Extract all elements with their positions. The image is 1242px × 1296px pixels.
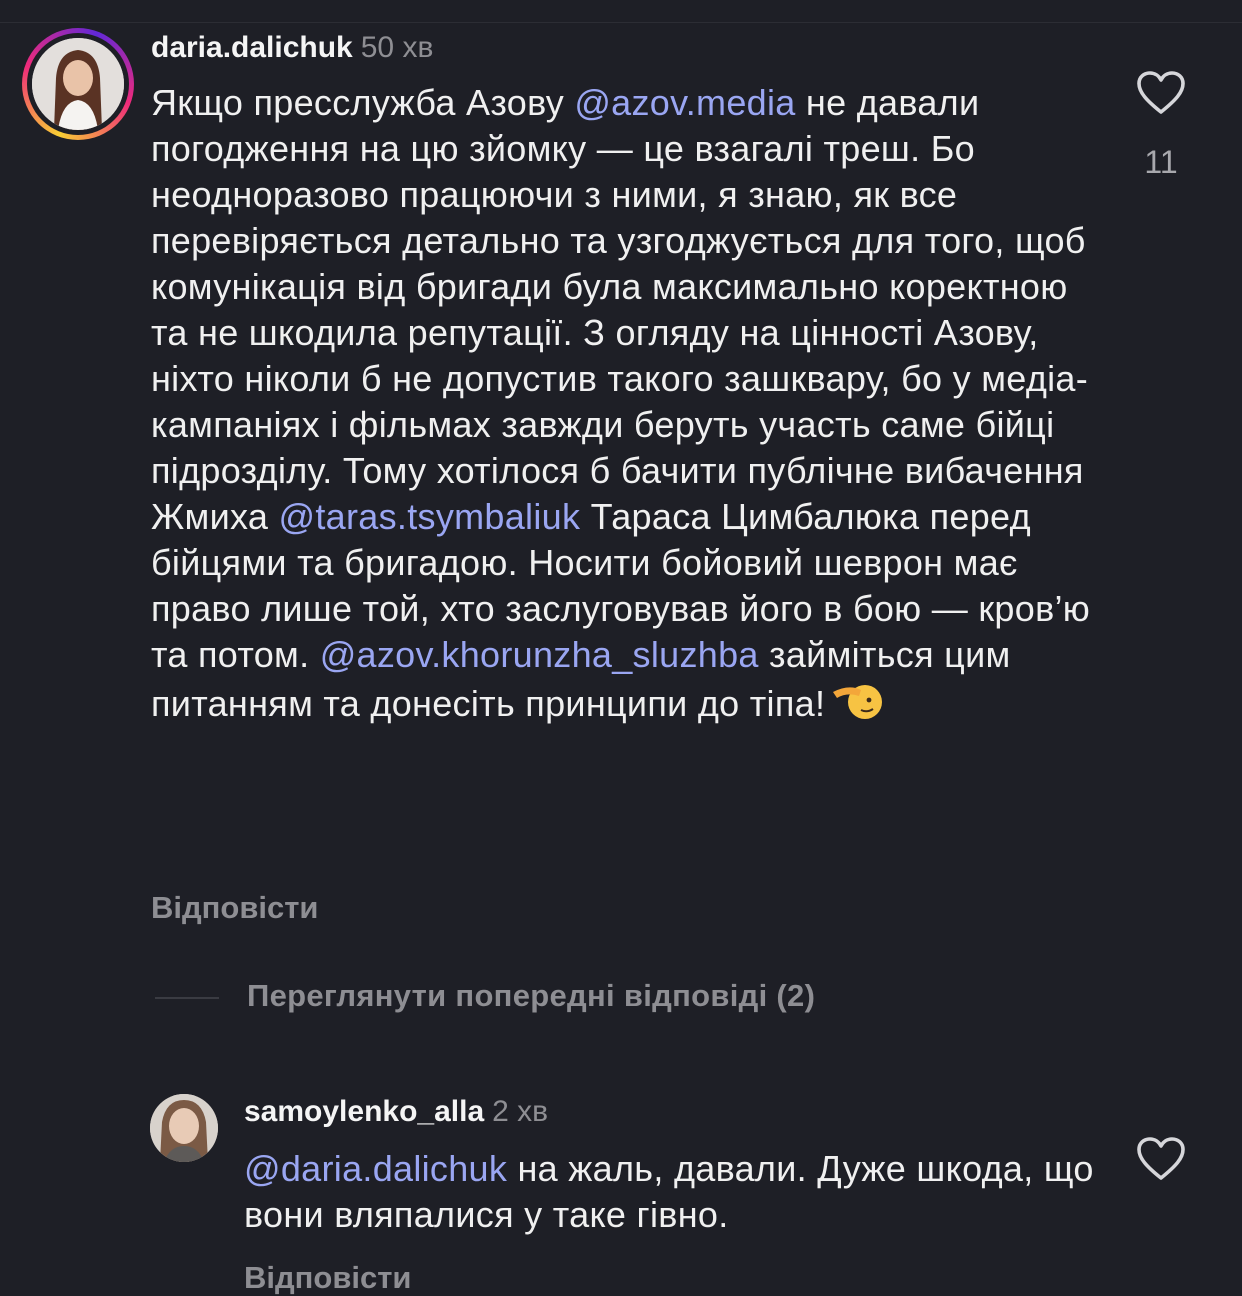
username[interactable]: samoylenko_alla bbox=[244, 1095, 484, 1128]
mention-link[interactable]: @daria.dalichuk bbox=[244, 1148, 507, 1189]
view-previous-replies[interactable]: Переглянути попередні відповіді (2) bbox=[155, 978, 1055, 1018]
mention-link[interactable]: @azov.khorunzha_sluzhba bbox=[320, 634, 759, 675]
avatar-photo bbox=[32, 38, 124, 130]
avatar-photo bbox=[150, 1094, 218, 1162]
text-part: не давали погодження на цю зйомку — це в… bbox=[151, 82, 1089, 537]
like-count[interactable]: 11 bbox=[1130, 144, 1192, 181]
reply-button[interactable]: Відповісти bbox=[244, 1260, 412, 1296]
username[interactable]: daria.dalichuk bbox=[151, 31, 353, 64]
avatar[interactable] bbox=[150, 1094, 218, 1162]
like-button[interactable] bbox=[1136, 1136, 1186, 1182]
mention-link[interactable]: @azov.media bbox=[574, 82, 795, 123]
thread-line bbox=[155, 997, 219, 999]
comment-text: @daria.dalichuk на жаль, давали. Дуже шк… bbox=[244, 1146, 1104, 1238]
timestamp: 50 хв bbox=[360, 31, 434, 64]
avatar[interactable] bbox=[32, 38, 124, 130]
reply-button[interactable]: Відповісти bbox=[151, 890, 319, 926]
comment-text: Якщо пресслужба Азову @azov.media не дав… bbox=[151, 80, 1091, 733]
comment-meta: samoylenko_alla 2 хв bbox=[244, 1094, 548, 1130]
like-button[interactable] bbox=[1136, 70, 1186, 116]
timestamp: 2 хв bbox=[492, 1095, 549, 1128]
comment-meta: daria.dalichuk 50 хв bbox=[151, 30, 433, 66]
heart-outline-icon bbox=[1137, 1137, 1185, 1180]
heart-outline-icon bbox=[1137, 71, 1185, 114]
top-divider bbox=[0, 22, 1242, 23]
saluting-face-emoji-icon bbox=[831, 678, 885, 733]
avatar-story-ring[interactable] bbox=[22, 28, 134, 140]
mention-link[interactable]: @taras.tsymbaliuk bbox=[279, 496, 581, 537]
text-part: Якщо пресслужба Азову bbox=[151, 82, 575, 123]
view-previous-replies-label[interactable]: Переглянути попередні відповіді (2) bbox=[247, 978, 815, 1014]
